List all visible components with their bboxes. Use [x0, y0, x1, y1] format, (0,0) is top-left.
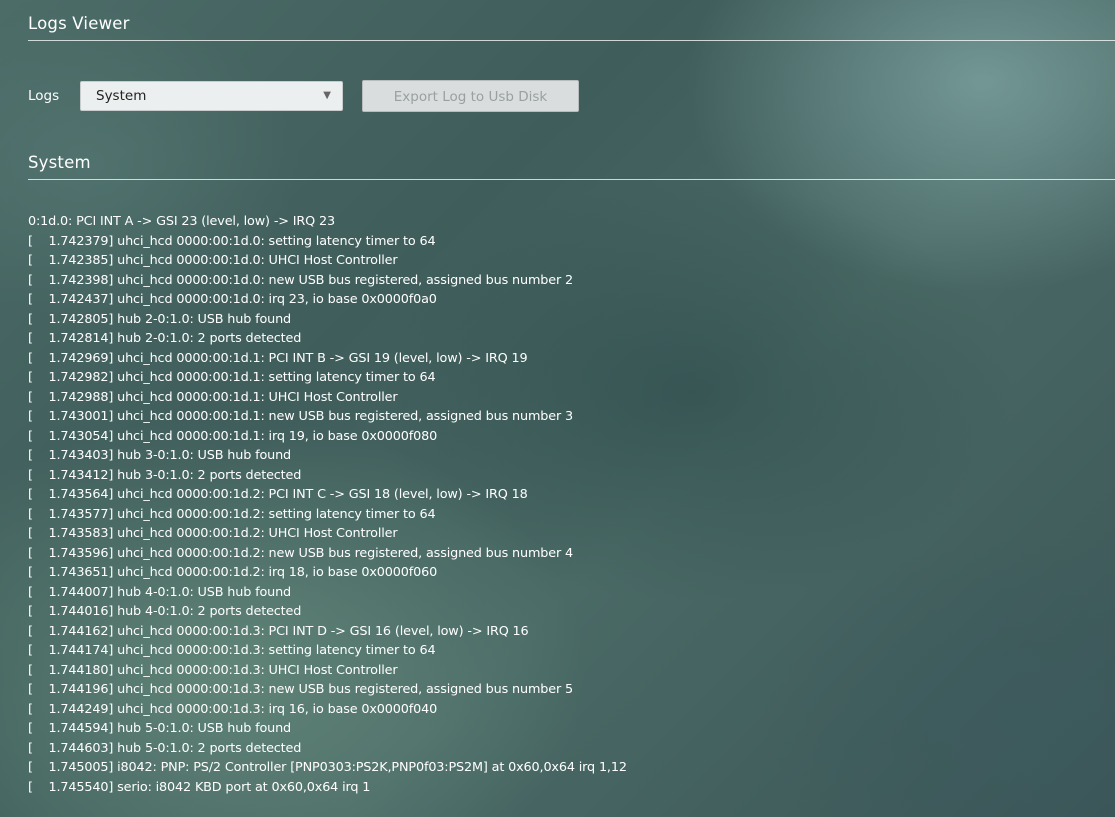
log-line: [ 1.743596] uhci_hcd 0000:00:1d.2: new U…: [28, 545, 573, 561]
log-line: [ 1.742437] uhci_hcd 0000:00:1d.0: irq 2…: [28, 292, 437, 307]
log-section-title: System: [28, 153, 91, 172]
log-line: [ 1.745005] i8042: PNP: PS/2 Controller …: [28, 760, 627, 775]
log-line: [ 1.742398] uhci_hcd 0000:00:1d.0: new U…: [28, 272, 573, 288]
log-output[interactable]: 0:1d.0: PCI INT A -> GSI 23 (level, low)…: [28, 212, 1108, 802]
log-line: [ 1.744180] uhci_hcd 0000:00:1d.3: UHCI …: [28, 662, 398, 678]
log-line: [ 1.742805] hub 2-0:1.0: USB hub found: [28, 311, 292, 327]
export-log-button[interactable]: Export Log to Usb Disk: [362, 80, 579, 112]
log-line: [ 1.742385] uhci_hcd 0000:00:1d.0: UHCI …: [28, 253, 398, 268]
logs-label: Logs: [28, 88, 60, 104]
log-line: [ 1.743651] uhci_hcd 0000:00:1d.2: irq 1…: [28, 565, 438, 580]
section-divider: [28, 179, 1115, 180]
logs-viewer-page: Logs Viewer Logs System ▼ Export Log to …: [0, 0, 1115, 817]
log-line: [ 1.743001] uhci_hcd 0000:00:1d.1: new U…: [28, 409, 573, 424]
log-line: [ 1.743054] uhci_hcd 0000:00:1d.1: irq 1…: [28, 428, 438, 444]
log-controls: Logs System ▼ Export Log to Usb Disk: [28, 80, 579, 112]
log-line: [ 1.742379] uhci_hcd 0000:00:1d.0: setti…: [28, 233, 436, 249]
log-line: [ 1.744174] uhci_hcd 0000:00:1d.3: setti…: [28, 643, 436, 658]
chevron-down-icon: ▼: [323, 90, 331, 101]
log-line: [ 1.744603] hub 5-0:1.0: 2 ports detecte…: [28, 740, 302, 756]
log-type-selected-value: System: [96, 88, 147, 104]
log-line: [ 1.744196] uhci_hcd 0000:00:1d.3: new U…: [28, 682, 573, 697]
log-type-select[interactable]: System ▼: [80, 81, 343, 111]
log-line: [ 1.744594] hub 5-0:1.0: USB hub found: [28, 721, 292, 736]
log-line: [ 1.743412] hub 3-0:1.0: 2 ports detecte…: [28, 467, 302, 483]
log-line: [ 1.743577] uhci_hcd 0000:00:1d.2: setti…: [28, 506, 436, 522]
log-line: [ 1.743403] hub 3-0:1.0: USB hub found: [28, 448, 292, 463]
page-title: Logs Viewer: [28, 14, 130, 33]
log-line: [ 1.744162] uhci_hcd 0000:00:1d.3: PCI I…: [28, 623, 529, 639]
title-divider: [28, 40, 1115, 41]
log-line: [ 1.742988] uhci_hcd 0000:00:1d.1: UHCI …: [28, 389, 398, 405]
log-line: [ 1.743583] uhci_hcd 0000:00:1d.2: UHCI …: [28, 526, 398, 541]
log-line: 0:1d.0: PCI INT A -> GSI 23 (level, low)…: [28, 214, 335, 229]
log-line: [ 1.742814] hub 2-0:1.0: 2 ports detecte…: [28, 331, 302, 346]
log-line: [ 1.745540] serio: i8042 KBD port at 0x6…: [28, 779, 371, 795]
log-line: [ 1.744249] uhci_hcd 0000:00:1d.3: irq 1…: [28, 701, 438, 717]
log-line: [ 1.742982] uhci_hcd 0000:00:1d.1: setti…: [28, 370, 436, 385]
log-line: [ 1.744007] hub 4-0:1.0: USB hub found: [28, 584, 292, 600]
log-line: [ 1.744016] hub 4-0:1.0: 2 ports detecte…: [28, 604, 302, 619]
log-line: [ 1.742969] uhci_hcd 0000:00:1d.1: PCI I…: [28, 350, 528, 366]
log-line: [ 1.743564] uhci_hcd 0000:00:1d.2: PCI I…: [28, 487, 528, 502]
